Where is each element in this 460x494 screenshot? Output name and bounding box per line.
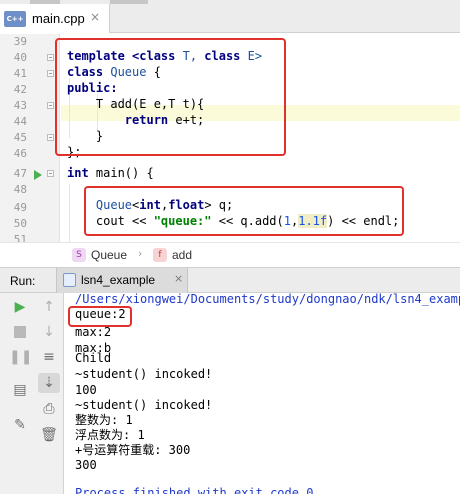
print-icon[interactable]: ⎙ xyxy=(38,399,60,419)
console-icon xyxy=(63,273,76,287)
line-number: 39 xyxy=(13,35,27,48)
line-number: 49 xyxy=(13,201,27,214)
line-number: 45 xyxy=(13,131,27,144)
run-icon[interactable]: ▶ xyxy=(9,297,31,317)
console-line: 300 xyxy=(75,458,97,472)
run-tab-label: lsn4_example xyxy=(81,273,156,287)
run-gutter-icon[interactable] xyxy=(34,170,42,180)
code-token: int xyxy=(67,166,89,180)
line-number: 47 xyxy=(13,167,27,180)
annotation-box xyxy=(68,306,132,327)
line-number: 42 xyxy=(13,83,27,96)
annotation-box xyxy=(55,38,286,156)
struct-icon: S xyxy=(72,248,86,262)
run-label: Run: xyxy=(10,274,36,288)
down-arrow-icon[interactable]: ↓ xyxy=(38,322,60,342)
fold-icon[interactable] xyxy=(47,134,54,141)
trash-icon[interactable]: 🗑 xyxy=(38,425,60,445)
console-line: /Users/xiongwei/Documents/study/dongnao/… xyxy=(75,292,460,306)
code-editor[interactable]: 39 40 41 42 43 44 45 46 47 48 49 50 51 t… xyxy=(0,34,460,248)
console-output[interactable]: /Users/xiongwei/Documents/study/dongnao/… xyxy=(64,292,460,494)
line-number: 46 xyxy=(13,147,27,160)
line-number: 41 xyxy=(13,67,27,80)
tab-main-cpp[interactable]: C++ main.cpp × xyxy=(0,4,110,33)
fold-icon[interactable] xyxy=(47,102,54,109)
console-line: ~student() incoked! xyxy=(75,398,213,412)
fold-icon[interactable] xyxy=(47,54,54,61)
console-line: 整数为: 1 xyxy=(75,413,133,427)
run-toolbar: ▶ ↑ ↓ ❚❚ ≡ ▤ ⇣ ⎙ ✎ 🗑 xyxy=(0,293,64,494)
code-line-48: int main() { xyxy=(67,165,154,181)
fold-icon[interactable] xyxy=(47,170,54,177)
pause-icon[interactable]: ❚❚ xyxy=(9,347,32,367)
chevron-right-icon: › xyxy=(138,247,143,260)
code-token: main() { xyxy=(88,166,154,180)
annotation-box xyxy=(84,186,404,236)
line-number: 48 xyxy=(13,183,27,196)
console-line: 浮点数为: 1 xyxy=(75,428,145,442)
console-line: Child xyxy=(75,351,112,365)
line-number: 50 xyxy=(13,217,27,230)
tab-stub xyxy=(110,0,148,4)
function-icon: f xyxy=(153,248,167,262)
tab-label: main.cpp xyxy=(32,11,85,26)
run-panel-header: Run: lsn4_example × xyxy=(0,267,460,293)
close-icon[interactable]: × xyxy=(90,10,100,24)
editor-tab-bar: C++ main.cpp × xyxy=(0,0,460,33)
scroll-to-end-icon[interactable]: ⇣ xyxy=(38,373,60,393)
console-line: 100 xyxy=(75,383,97,397)
close-icon[interactable]: × xyxy=(174,272,183,285)
console-line: ~student() incoked! xyxy=(75,367,213,381)
breadcrumb-class[interactable]: Queue xyxy=(91,248,127,262)
fold-icon[interactable] xyxy=(47,70,54,77)
line-number: 40 xyxy=(13,51,27,64)
pin-icon[interactable]: ✎ xyxy=(9,415,31,435)
soft-wrap-icon[interactable]: ≡ xyxy=(38,347,60,367)
console-line: Process finished with exit code 0 xyxy=(75,486,314,494)
layout-icon[interactable]: ▤ xyxy=(9,380,31,400)
line-number: 44 xyxy=(13,115,27,128)
run-config-tab[interactable]: lsn4_example × xyxy=(56,268,188,293)
line-number-gutter: 39 40 41 42 43 44 45 46 47 48 49 50 51 xyxy=(0,34,60,248)
console-line: +号运算符重载: 300 xyxy=(75,443,191,457)
breadcrumb-function[interactable]: add xyxy=(172,248,192,262)
line-number: 43 xyxy=(13,99,27,112)
breadcrumb: S Queue › f add xyxy=(0,242,460,267)
up-arrow-icon[interactable]: ↑ xyxy=(38,297,60,317)
stop-icon[interactable] xyxy=(9,322,31,342)
cpp-file-icon: C++ xyxy=(4,11,26,27)
